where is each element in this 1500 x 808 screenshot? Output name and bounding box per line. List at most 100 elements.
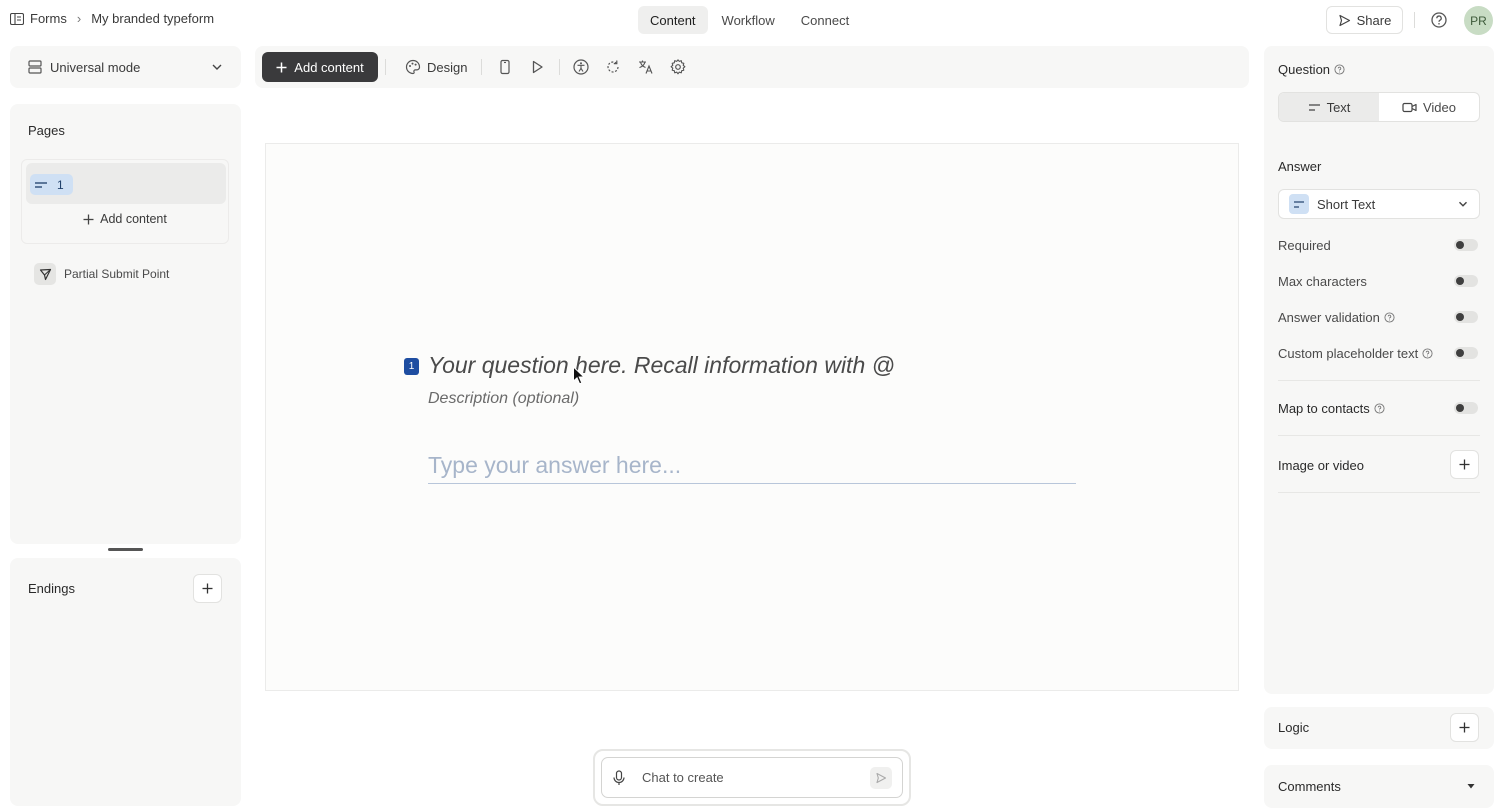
- answer-preview-input[interactable]: [428, 448, 1076, 484]
- endings-panel: Endings: [10, 558, 241, 806]
- help-icon[interactable]: [1384, 312, 1395, 323]
- send-icon: [34, 263, 56, 285]
- play-icon[interactable]: [528, 58, 546, 76]
- main-nav-tabs: Content Workflow Connect: [638, 6, 861, 34]
- add-logic-button[interactable]: [1450, 713, 1479, 742]
- question-section-title: Question: [1278, 62, 1345, 77]
- toolbar-divider: [559, 59, 560, 75]
- breadcrumb-forms-link[interactable]: Forms: [30, 11, 67, 26]
- chevron-down-icon: [211, 61, 223, 73]
- toolbar-divider: [385, 59, 386, 75]
- breadcrumb-form-name[interactable]: My branded typeform: [91, 11, 214, 26]
- forms-icon[interactable]: [10, 12, 24, 25]
- divider: [1278, 435, 1480, 436]
- answer-section-title: Answer: [1278, 159, 1322, 174]
- tab-workflow[interactable]: Workflow: [710, 6, 787, 34]
- send-icon: [1338, 14, 1351, 27]
- chat-input[interactable]: [642, 770, 870, 785]
- panel-resize-handle[interactable]: [108, 548, 143, 551]
- plus-icon: [1459, 722, 1470, 733]
- header-divider: [1414, 12, 1415, 28]
- page-group: 1 Add content: [21, 159, 229, 244]
- answer-type-select[interactable]: Short Text: [1278, 189, 1480, 219]
- answer-validation-label: Answer validation: [1278, 310, 1380, 325]
- answer-validation-row: Answer validation: [1278, 310, 1395, 325]
- map-to-contacts-label: Map to contacts: [1278, 401, 1370, 416]
- page-number: 1: [57, 177, 64, 192]
- help-icon[interactable]: [1334, 64, 1345, 75]
- breadcrumb-separator: ›: [76, 11, 82, 26]
- mode-selector[interactable]: Universal mode: [10, 46, 241, 88]
- chat-box: [593, 749, 911, 806]
- map-to-contacts-toggle[interactable]: [1454, 402, 1478, 414]
- answer-type-label: Short Text: [1317, 196, 1376, 212]
- page-item[interactable]: 1: [26, 163, 226, 204]
- plus-icon: [83, 214, 94, 225]
- video-icon: [1402, 102, 1417, 113]
- page-add-content-label: Add content: [100, 212, 167, 226]
- share-button[interactable]: Share: [1326, 6, 1403, 34]
- send-icon: [876, 772, 887, 783]
- add-image-or-video-button[interactable]: [1450, 450, 1479, 479]
- pages-title: Pages: [28, 123, 65, 138]
- logic-label: Logic: [1278, 720, 1310, 735]
- tab-connect[interactable]: Connect: [789, 6, 861, 34]
- settings-icon[interactable]: [669, 58, 687, 76]
- palette-icon: [405, 59, 421, 75]
- question-type-video[interactable]: Video: [1379, 93, 1479, 121]
- comments-label: Comments: [1278, 779, 1341, 794]
- question-number-badge: 1: [404, 358, 419, 375]
- chevron-down-icon: [1457, 198, 1469, 210]
- short-text-icon: [1308, 103, 1321, 112]
- question-type-video-label: Video: [1422, 99, 1456, 115]
- help-icon[interactable]: [1374, 403, 1385, 414]
- image-or-video-label: Image or video: [1278, 458, 1364, 473]
- mode-label: Universal mode: [50, 59, 141, 75]
- design-button[interactable]: Design: [401, 52, 471, 82]
- question-type-text[interactable]: Text: [1279, 93, 1379, 121]
- add-content-label: Add content: [294, 59, 364, 75]
- partial-submit-point[interactable]: Partial Submit Point: [34, 263, 169, 285]
- breadcrumb: Forms › My branded typeform: [10, 11, 214, 26]
- avatar[interactable]: PR: [1464, 6, 1493, 35]
- comments-section[interactable]: Comments: [1264, 765, 1494, 808]
- required-label: Required: [1278, 238, 1331, 253]
- accessibility-icon[interactable]: [572, 58, 590, 76]
- send-button[interactable]: [870, 766, 892, 789]
- question-title-input[interactable]: Your question here. Recall information w…: [428, 352, 895, 379]
- tab-content[interactable]: Content: [638, 6, 708, 34]
- add-ending-button[interactable]: [193, 574, 222, 603]
- pages-panel: Pages 1 Add content Partial Submit Point: [10, 104, 241, 544]
- page-add-content-button[interactable]: Add content: [22, 212, 228, 226]
- short-text-icon: [1289, 194, 1309, 214]
- max-characters-toggle[interactable]: [1454, 275, 1478, 287]
- refresh-icon[interactable]: [604, 58, 622, 76]
- layers-icon: [28, 60, 42, 74]
- required-toggle[interactable]: [1454, 239, 1478, 251]
- design-label: Design: [427, 59, 468, 75]
- custom-placeholder-label: Custom placeholder text: [1278, 346, 1419, 361]
- help-icon[interactable]: [1430, 11, 1448, 29]
- endings-title: Endings: [28, 581, 75, 596]
- help-icon[interactable]: [1422, 348, 1433, 359]
- divider: [1278, 492, 1480, 493]
- translate-icon[interactable]: [637, 58, 655, 76]
- editor-toolbar: Add content Design: [255, 46, 1249, 88]
- question-type-text-label: Text: [1326, 99, 1351, 115]
- divider: [1278, 380, 1480, 381]
- question-description-input[interactable]: Description (optional): [428, 390, 579, 408]
- question-type-toggle: Text Video: [1278, 92, 1480, 122]
- caret-down-icon[interactable]: [1466, 781, 1476, 791]
- answer-validation-toggle[interactable]: [1454, 311, 1478, 323]
- share-label: Share: [1356, 12, 1392, 28]
- short-text-icon: [34, 180, 48, 190]
- custom-placeholder-row: Custom placeholder text: [1278, 346, 1433, 361]
- partial-submit-label: Partial Submit Point: [64, 267, 170, 281]
- mobile-preview-icon[interactable]: [496, 58, 514, 76]
- map-to-contacts-row: Map to contacts: [1278, 401, 1385, 416]
- custom-placeholder-toggle[interactable]: [1454, 347, 1478, 359]
- add-content-button[interactable]: Add content: [262, 52, 378, 82]
- microphone-icon[interactable]: [612, 769, 626, 786]
- logic-section: Logic: [1264, 707, 1494, 749]
- form-canvas[interactable]: [265, 143, 1239, 691]
